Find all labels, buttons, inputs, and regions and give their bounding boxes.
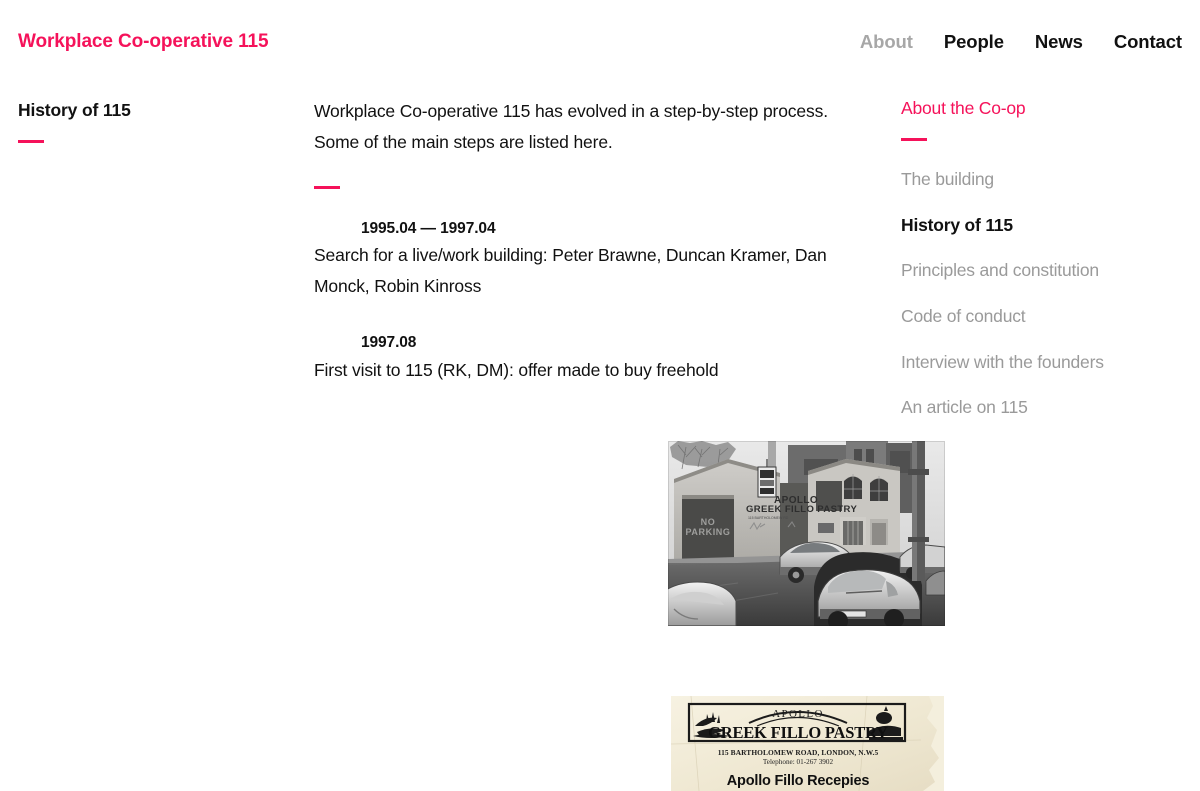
timeline-entry-text: Search for a live/work building: Peter B…: [314, 245, 827, 297]
photo-garage-text-no: NO: [701, 517, 716, 527]
content-columns: History of 115 Workplace Co-operative 11…: [0, 84, 1200, 791]
list-item: Code of conduct: [901, 305, 1191, 329]
nav-item-news[interactable]: News: [1035, 31, 1083, 53]
sidebar-item-an-article-on-115[interactable]: An article on 115: [901, 396, 1028, 420]
main-column: Workplace Co-operative 115 has evolved i…: [314, 96, 945, 791]
timeline-entry-date: 1995.04 — 1997.04: [361, 220, 496, 237]
primary-navigation: About People News Contact: [860, 31, 1184, 53]
sidebar-item-code-of-conduct[interactable]: Code of conduct: [901, 305, 1026, 329]
accent-rule-main: [314, 186, 340, 189]
list-item: The building: [901, 168, 1191, 192]
sidebar-item-the-building[interactable]: The building: [901, 168, 994, 192]
page-root: Workplace Co-operative 115 About People …: [0, 0, 1200, 791]
nav-item-about[interactable]: About: [860, 31, 913, 53]
leaflet-address: 115 BARTHOLOMEW ROAD, LONDON, N.W.5: [718, 748, 879, 757]
timeline-entry: 1995.04 — 1997.04 Search for a live/work…: [314, 218, 874, 302]
nav-item-people[interactable]: People: [944, 31, 1004, 53]
leaflet-headline: Apollo Fillo Recepies: [727, 773, 870, 789]
nav-item-contact[interactable]: Contact: [1114, 31, 1182, 53]
site-brand-logo[interactable]: Workplace Co-operative 115: [18, 31, 269, 53]
sidebar-item-interview-with-the-founders[interactable]: Interview with the founders: [901, 351, 1104, 375]
sidebar-item-principles-and-constitution[interactable]: Principles and constitution: [901, 259, 1099, 283]
timeline-entry: 1997.08 First visit to 115 (RK, DM): off…: [314, 332, 874, 385]
photo-apollo-leaflet: APOLLO GREEK FILLO PASTRY 115 BARTHOLOME…: [671, 696, 944, 791]
photo-sign-greek-fillo-pastry: GREEK FILLO PASTRY: [746, 504, 857, 515]
accent-rule-page-title: [18, 140, 44, 143]
list-item: Interview with the founders: [901, 351, 1191, 375]
list-item: An article on 115: [901, 396, 1191, 420]
page-title: History of 115: [18, 100, 131, 120]
intro-paragraph: Workplace Co-operative 115 has evolved i…: [314, 101, 828, 152]
leaflet-brand-greek-fillo-pastry: GREEK FILLO PASTRY: [708, 723, 888, 742]
timeline-entry-text: First visit to 115 (RK, DM): offer made …: [314, 359, 719, 380]
left-column: History of 115: [18, 100, 288, 143]
photo-garage-text-parking: PARKING: [685, 527, 730, 537]
site-header: Workplace Co-operative 115 About People …: [0, 0, 1200, 84]
leaflet-brand-apollo: APOLLO: [772, 708, 824, 720]
list-item: History of 115: [901, 214, 1191, 238]
timeline-entry-date: 1997.08: [361, 334, 417, 352]
sidebar-navigation: The building History of 115 Principles a…: [901, 168, 1191, 420]
right-column: About the Co-op The building History of …: [901, 98, 1191, 442]
photo-street-apollo-building: NO PARKING APOLLO GREEK FILLO PASTRY 115…: [668, 441, 945, 626]
sidebar-section-title-about-the-co-op[interactable]: About the Co-op: [901, 98, 1191, 119]
photo-apollo-leaflet-svg: APOLLO GREEK FILLO PASTRY 115 BARTHOLOME…: [671, 696, 939, 791]
sidebar-item-history-of-115[interactable]: History of 115: [901, 214, 1013, 238]
photo-car-bottom-left: [668, 581, 737, 626]
photo-sign-subtext: 115 BARTHOLOMEW RD: [748, 516, 789, 520]
accent-rule-sidebar: [901, 138, 927, 141]
history-timeline: 1995.04 — 1997.04 Search for a live/work…: [314, 218, 874, 386]
leaflet-telephone: Telephone: 01-267 3902: [763, 758, 834, 766]
photo-street-apollo-building-svg: NO PARKING APOLLO GREEK FILLO PASTRY 115…: [668, 441, 945, 626]
list-item: Principles and constitution: [901, 259, 1191, 283]
